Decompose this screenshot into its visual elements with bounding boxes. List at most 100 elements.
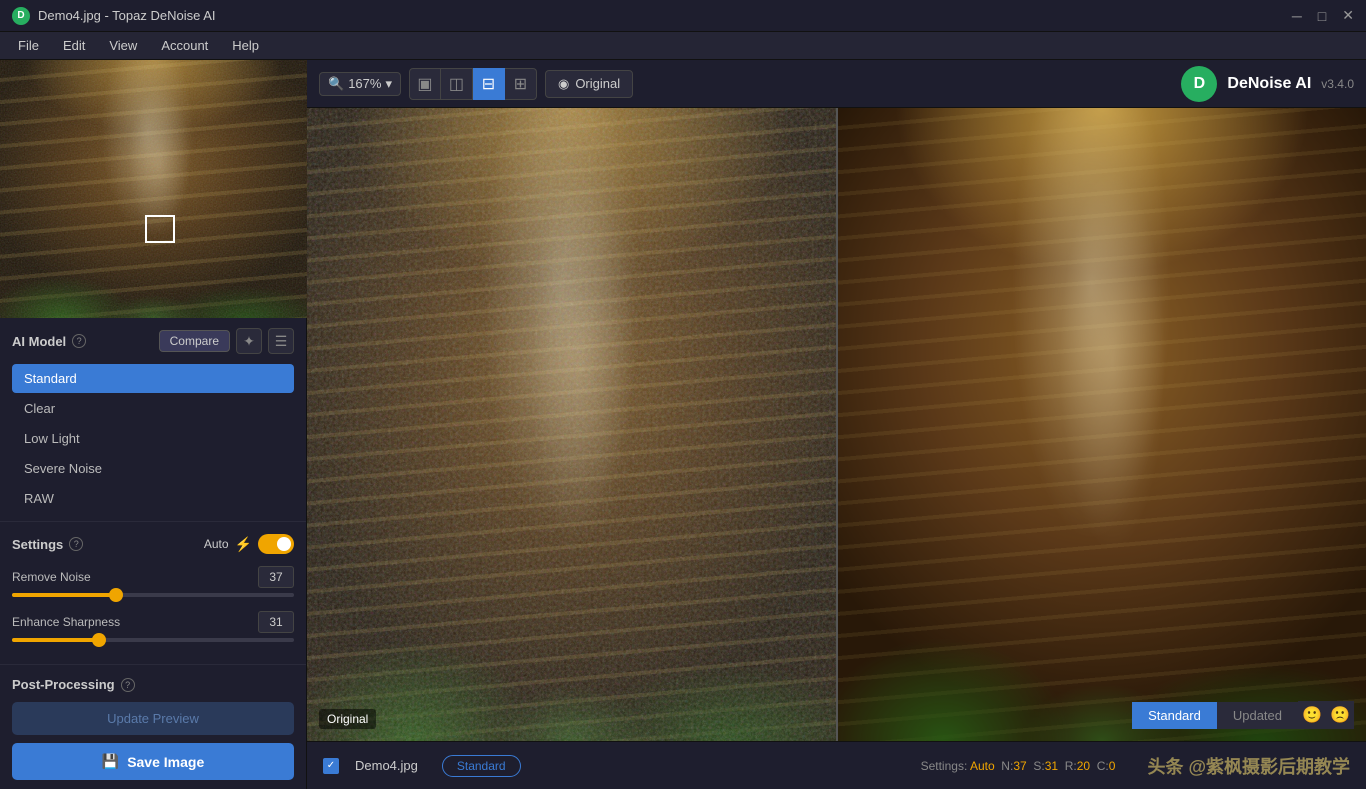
ai-model-buttons: Compare ✦ ☰ (159, 328, 294, 354)
split-view: Original Standard Updated 🙂 (307, 108, 1366, 741)
app-icon: D (12, 7, 30, 25)
canvas-area[interactable]: Original Standard Updated 🙂 (307, 108, 1366, 741)
enhance-sharpness-label: Enhance Sharpness (12, 615, 120, 629)
app-logo: D (1181, 66, 1217, 102)
original-label-badge: Original (319, 709, 376, 729)
thumbnail-selection-box[interactable] (145, 215, 175, 243)
watermark-text: 头条 @紫枫摄影后期教学 (1147, 753, 1350, 779)
lightning-icon: ⚡ (235, 536, 252, 553)
save-icon: 💾 (102, 753, 119, 770)
eye-icon: ◉ (558, 76, 569, 92)
original-button[interactable]: ◉ Original (545, 70, 633, 98)
remove-noise-thumb[interactable] (109, 588, 123, 602)
view-grid-btn[interactable]: ⊞ (505, 68, 537, 100)
post-processing-title: Post-Processing (12, 677, 115, 692)
filename: Demo4.jpg (355, 758, 418, 773)
c-val: 0 (1109, 759, 1116, 773)
close-button[interactable]: ✕ (1342, 7, 1354, 24)
model-list: Standard Clear Low Light Severe Noise RA… (12, 364, 294, 513)
enhance-sharpness-fill (12, 638, 99, 642)
view-split-h-btn[interactable]: ◫ (441, 68, 473, 100)
model-severe-noise[interactable]: Severe Noise (12, 454, 294, 483)
remove-noise-track[interactable] (12, 593, 294, 597)
proc-leaves (838, 456, 1366, 741)
bulb-icon-btn[interactable]: ✦ (236, 328, 262, 354)
enhance-sharpness-row: Enhance Sharpness 31 (12, 611, 294, 642)
r-val: 20 (1077, 759, 1090, 773)
zoom-icon: 🔍 (328, 76, 344, 92)
ai-model-header: AI Model ? Compare ✦ ☰ (12, 328, 294, 354)
model-low-light[interactable]: Low Light (12, 424, 294, 453)
enhance-sharpness-value[interactable]: 31 (258, 611, 294, 633)
titlebar-controls[interactable]: ─ □ ✕ (1292, 7, 1354, 24)
processed-image (838, 108, 1366, 741)
post-processing-title-row: Post-Processing ? (12, 677, 294, 692)
app-version: v3.4.0 (1321, 77, 1354, 91)
thumbnail-noise (0, 60, 307, 318)
toolbar: 🔍 167% ▾ ▣ ◫ ⊟ ⊞ ◉ Original D DeNoise AI (307, 60, 1366, 108)
ai-model-title-row: AI Model ? (12, 334, 86, 349)
remove-noise-value[interactable]: 37 (258, 566, 294, 588)
view-mode-buttons: ▣ ◫ ⊟ ⊞ (409, 68, 537, 100)
settings-help-icon[interactable]: ? (69, 537, 83, 551)
auto-label: Auto (204, 537, 229, 551)
ai-model-title: AI Model (12, 334, 66, 349)
ai-model-help-icon[interactable]: ? (72, 334, 86, 348)
orig-noise2 (307, 108, 836, 741)
main-layout: AI Model ? Compare ✦ ☰ Standard Clear Lo… (0, 60, 1366, 789)
toolbar-left: 🔍 167% ▾ ▣ ◫ ⊟ ⊞ ◉ Original (319, 68, 633, 100)
comparison-thumbs-up-icon[interactable]: 🙂 (1298, 701, 1326, 729)
maximize-button[interactable]: □ (1318, 8, 1326, 24)
toolbar-right: D DeNoise AI v3.4.0 (1181, 66, 1354, 102)
thumbnail-area[interactable] (0, 60, 307, 318)
comparison-standard-label[interactable]: Standard (1132, 702, 1217, 729)
auto-toggle[interactable] (258, 534, 294, 554)
menubar: File Edit View Account Help (0, 32, 1366, 60)
settings-info: Settings: Auto N:37 S:31 R:20 C:0 (921, 759, 1116, 773)
enhance-sharpness-label-row: Enhance Sharpness 31 (12, 611, 294, 633)
settings-title: Settings (12, 537, 63, 552)
original-image (307, 108, 836, 741)
sharp-val: 31 (1045, 759, 1058, 773)
minimize-button[interactable]: ─ (1292, 8, 1302, 24)
original-panel: Original (307, 108, 838, 741)
settings-header: Settings ? Auto ⚡ (12, 534, 294, 554)
settings-title-row: Settings ? (12, 537, 83, 552)
update-preview-button[interactable]: Update Preview (12, 702, 294, 735)
zoom-control[interactable]: 🔍 167% ▾ (319, 72, 401, 96)
zoom-chevron: ▾ (385, 76, 392, 92)
list-icon-btn[interactable]: ☰ (268, 328, 294, 354)
model-raw[interactable]: RAW (12, 484, 294, 513)
processed-panel: Standard Updated 🙂 🙁 (838, 108, 1366, 741)
view-single-btn[interactable]: ▣ (409, 68, 441, 100)
menu-account[interactable]: Account (151, 36, 218, 55)
titlebar: D Demo4.jpg - Topaz DeNoise AI ─ □ ✕ (0, 0, 1366, 32)
original-label: Original (575, 76, 620, 91)
menu-view[interactable]: View (99, 36, 147, 55)
comparison-thumbs-down-icon[interactable]: 🙁 (1326, 701, 1354, 729)
view-split-v-btn[interactable]: ⊟ (473, 68, 505, 100)
menu-help[interactable]: Help (222, 36, 269, 55)
file-checkbox[interactable]: ✓ (323, 758, 339, 774)
thumbnail-image (0, 60, 307, 318)
model-standard[interactable]: Standard (12, 364, 294, 393)
model-clear[interactable]: Clear (12, 394, 294, 423)
remove-noise-label: Remove Noise (12, 570, 91, 584)
menu-edit[interactable]: Edit (53, 36, 95, 55)
enhance-sharpness-thumb[interactable] (92, 633, 106, 647)
model-badge[interactable]: Standard (442, 755, 521, 777)
menu-file[interactable]: File (8, 36, 49, 55)
settings-right: Auto ⚡ (204, 534, 294, 554)
post-processing-help-icon[interactable]: ? (121, 678, 135, 692)
content-area: 🔍 167% ▾ ▣ ◫ ⊟ ⊞ ◉ Original D DeNoise AI (307, 60, 1366, 789)
titlebar-left: D Demo4.jpg - Topaz DeNoise AI (12, 7, 216, 25)
save-image-button[interactable]: 💾 Save Image (12, 743, 294, 780)
comparison-updated-label[interactable]: Updated (1217, 702, 1298, 729)
settings-section: Settings ? Auto ⚡ Remove Noise 37 (0, 522, 306, 665)
ai-model-section: AI Model ? Compare ✦ ☰ Standard Clear Lo… (0, 318, 306, 522)
settings-auto-label: Auto (970, 759, 995, 773)
compare-button[interactable]: Compare (159, 330, 230, 352)
enhance-sharpness-track[interactable] (12, 638, 294, 642)
bottom-bar: ✓ Demo4.jpg Standard Settings: Auto N:37… (307, 741, 1366, 789)
app-title: DeNoise AI (1227, 75, 1311, 93)
